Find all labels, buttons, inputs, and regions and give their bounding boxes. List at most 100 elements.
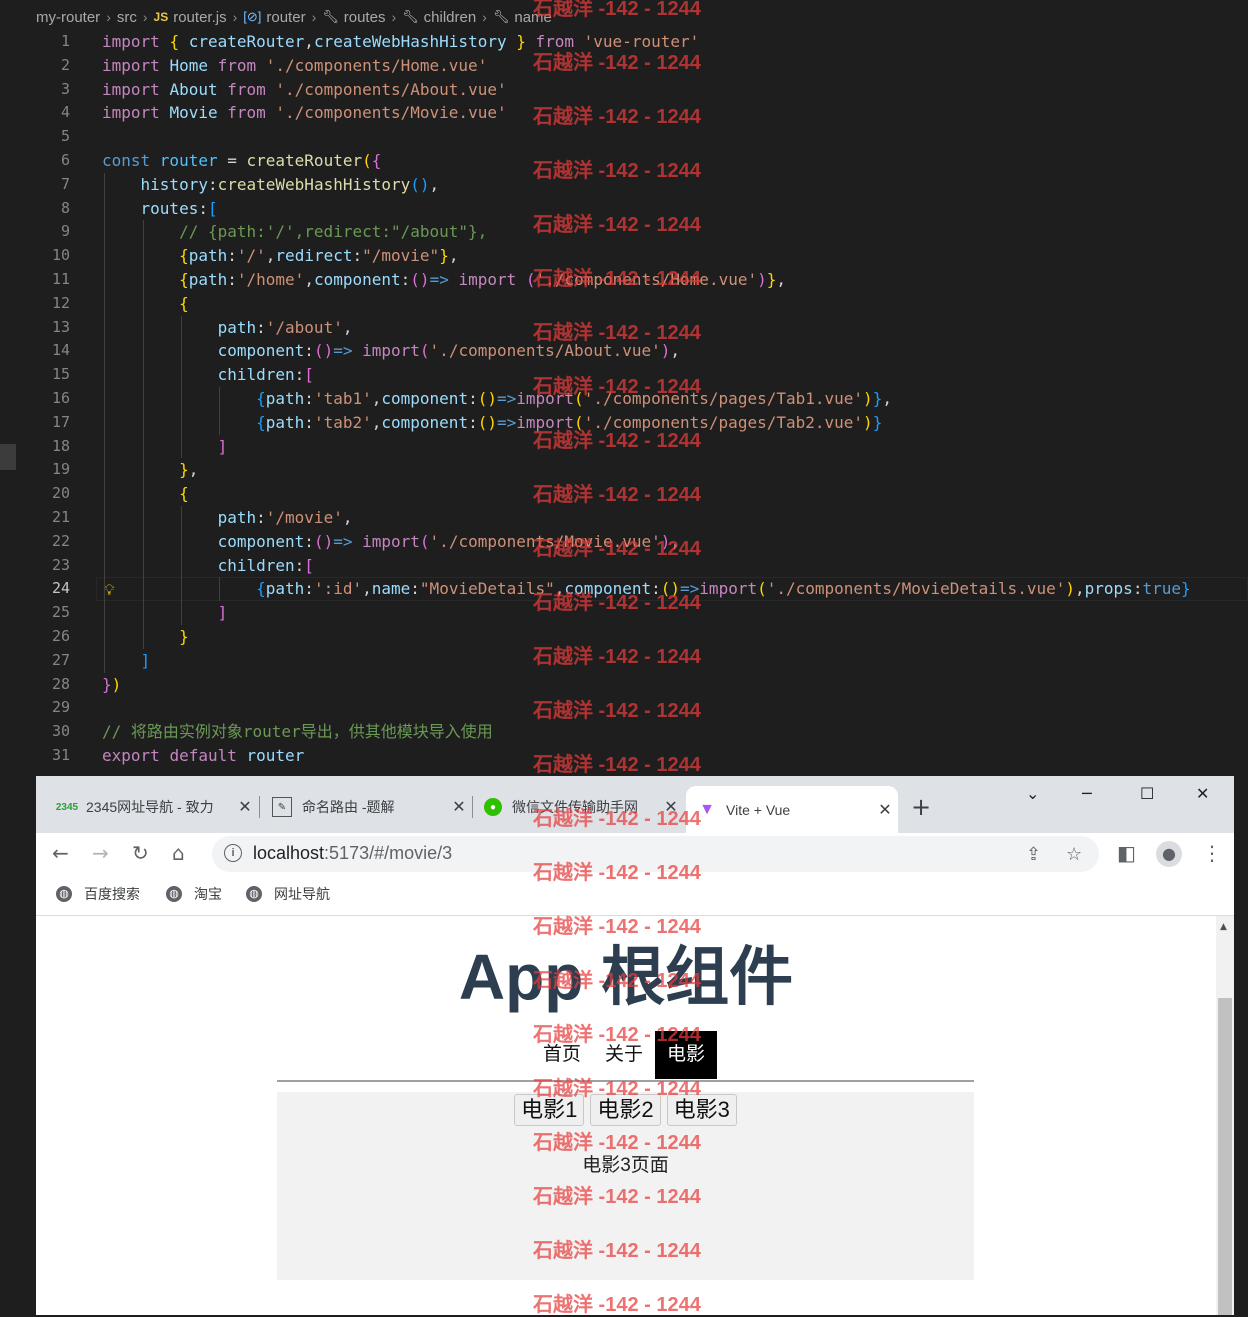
breadcrumb-item[interactable]: 🔧︎ children xyxy=(402,9,476,26)
line-number: 21 xyxy=(51,507,70,526)
code-token: { xyxy=(179,484,189,504)
code-token: { xyxy=(179,293,189,313)
code-line[interactable]: 4 import Movie from './components/Movie.v… xyxy=(0,101,1248,125)
bookmark-item[interactable]: ◍ 网址导航 xyxy=(246,884,330,904)
movie-3-button[interactable]: 电影3 xyxy=(666,1094,737,1126)
reload-button[interactable]: ↻ xyxy=(132,841,149,865)
code-token: : xyxy=(468,388,478,408)
profile-avatar[interactable]: ● xyxy=(1156,841,1182,867)
breadcrumb-item[interactable]: my-router xyxy=(36,9,100,26)
breadcrumb-item[interactable]: 🔧︎ name xyxy=(493,9,552,26)
bookmark-star-icon[interactable]: ☆ xyxy=(1066,844,1082,865)
code-line[interactable]: 1 import { createRouter,createWebHashHist… xyxy=(0,30,1248,54)
code-text: ] xyxy=(102,435,228,459)
code-line[interactable]: 15 children:[ xyxy=(0,363,1248,387)
code-editor[interactable]: my-router › src › JS router.js › [⊘] route… xyxy=(0,0,1248,780)
forward-button[interactable]: → xyxy=(92,841,109,865)
code-line[interactable]: 28}) xyxy=(0,673,1248,697)
code-line[interactable]: 26 } xyxy=(0,625,1248,649)
browser-tab[interactable]: 2345 2345网址导航 - 致力 ✕ xyxy=(36,786,258,828)
code-text: {path:'/home',component:()=> import ('./… xyxy=(102,268,786,292)
code-line[interactable]: 💡︎ 24 {path:':id',name:"MovieDetails",com… xyxy=(0,577,1248,602)
code-line[interactable]: 29 xyxy=(0,696,1248,720)
code-line[interactable]: 7 history:createWebHashHistory(), xyxy=(0,173,1248,197)
menu-icon[interactable]: ⋮ xyxy=(1202,841,1222,865)
browser-tab[interactable]: ✎ 命名路由 -题解 ✕ xyxy=(250,786,472,828)
address-bar[interactable]: i localhost:5173/#/movie/3 ⇪ ☆ xyxy=(212,836,1099,872)
code-token: { xyxy=(256,388,266,408)
breadcrumb-item[interactable]: [⊘] router xyxy=(243,9,305,26)
line-number: 3 xyxy=(60,79,70,98)
scroll-up-arrow-icon[interactable]: ▲ xyxy=(1220,922,1227,932)
new-tab-button[interactable]: + xyxy=(911,793,931,821)
code-line[interactable]: 13 path:'/about', xyxy=(0,316,1248,340)
movie-2-button[interactable]: 电影2 xyxy=(590,1094,661,1126)
home-button[interactable]: ⌂ xyxy=(172,841,185,865)
code-line[interactable]: 27 ] xyxy=(0,649,1248,673)
nav-link-about[interactable]: 关于 xyxy=(593,1031,655,1079)
line-number: 31 xyxy=(51,745,70,764)
code-text: {path:'/',redirect:"/movie"}, xyxy=(102,244,458,268)
nav-link-movie[interactable]: 电影 xyxy=(655,1031,718,1079)
breadcrumb-item[interactable]: 🔧︎ routes xyxy=(322,9,385,26)
code-line[interactable]: 22 component:()=> import('./components/M… xyxy=(0,530,1248,554)
scroll-thumb[interactable] xyxy=(1218,998,1232,1315)
code-line[interactable]: 17 {path:'tab2',component:()=>import('./… xyxy=(0,411,1248,435)
chevron-right-icon: › xyxy=(391,9,397,25)
code-line[interactable]: 12 { xyxy=(0,292,1248,316)
code-token: '/' xyxy=(236,246,266,266)
code-line[interactable]: 16 {path:'tab1',component:()=>import('./… xyxy=(0,387,1248,411)
browser-tab[interactable]: ● 微信文件传输助手网 ✕ xyxy=(462,786,684,828)
code-token: , xyxy=(1075,579,1085,599)
code-line[interactable]: 18 ] xyxy=(0,435,1248,459)
code-line[interactable]: 31 export default router xyxy=(0,744,1248,768)
scrollbar[interactable]: ▲ xyxy=(1216,916,1234,1315)
code-area[interactable]: 1 import { createRouter,createWebHashHist… xyxy=(0,30,1248,768)
code-token: // 将路由实例对象router导出，供其他模块导入使用 xyxy=(102,722,493,742)
code-line[interactable]: 30 // 将路由实例对象router导出，供其他模块导入使用 xyxy=(0,720,1248,744)
side-panel-icon[interactable]: ◧ xyxy=(1117,841,1136,865)
code-line[interactable]: 3 import About from './components/About.v… xyxy=(0,78,1248,102)
code-line[interactable]: 6 const router = createRouter({ xyxy=(0,149,1248,173)
code-token: : xyxy=(294,365,305,385)
bookmark-item[interactable]: ◍ 百度搜索 xyxy=(56,884,140,904)
code-line[interactable]: 25 ] xyxy=(0,601,1248,625)
nav-link-home[interactable]: 首页 xyxy=(531,1031,593,1079)
code-line[interactable]: 5 xyxy=(0,125,1248,149)
close-window-button[interactable]: ✕ xyxy=(1196,784,1209,803)
code-line[interactable]: 8 routes:[ xyxy=(0,197,1248,221)
share-icon[interactable]: ⇪ xyxy=(1026,844,1041,865)
code-line[interactable]: 14 component:()=> import('./components/A… xyxy=(0,339,1248,363)
code-line[interactable]: 23 children:[ xyxy=(0,554,1248,578)
code-line[interactable]: 10 {path:'/',redirect:"/movie"}, xyxy=(0,244,1248,268)
code-line[interactable]: 9 // {path:'/',redirect:"/about"}, xyxy=(0,220,1248,244)
code-line[interactable]: 11 {path:'/home',component:()=> import (… xyxy=(0,268,1248,292)
site-info-icon[interactable]: i xyxy=(224,844,242,862)
chevron-right-icon: › xyxy=(311,9,317,25)
indent-guide xyxy=(219,387,220,435)
minimize-button[interactable]: ─ xyxy=(1082,784,1092,803)
breadcrumb-item[interactable]: src xyxy=(117,9,137,26)
breadcrumb-item[interactable]: JS router.js xyxy=(154,9,227,26)
bookmark-item[interactable]: ◍ 淘宝 xyxy=(166,884,222,904)
code-text: children:[ xyxy=(102,363,314,387)
code-text: path:'/movie', xyxy=(102,506,353,530)
code-line[interactable]: 20 { xyxy=(0,482,1248,506)
code-token: '/about' xyxy=(265,317,343,337)
code-line[interactable]: 2 import Home from './components/Home.vue… xyxy=(0,54,1248,78)
browser-tab-active[interactable]: ▼ Vite + Vue ✕ xyxy=(686,786,898,833)
line-number: 13 xyxy=(51,317,70,336)
code-token: } xyxy=(179,460,189,480)
code-line[interactable]: 21 path:'/movie', xyxy=(0,506,1248,530)
tab-search-icon[interactable]: ⌄ xyxy=(1026,784,1039,803)
back-button[interactable]: ← xyxy=(52,841,69,865)
close-icon[interactable]: ✕ xyxy=(658,797,684,817)
close-icon[interactable]: ✕ xyxy=(872,800,898,820)
code-line[interactable]: 19 }, xyxy=(0,458,1248,482)
maximize-button[interactable]: ☐ xyxy=(1140,784,1154,803)
movie-1-button[interactable]: 电影1 xyxy=(514,1094,585,1126)
